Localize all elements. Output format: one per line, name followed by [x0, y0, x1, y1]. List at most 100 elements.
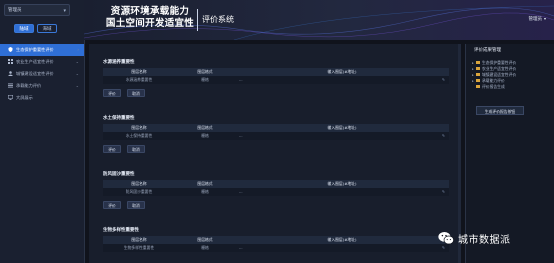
sidebar-item-label: 生态保护重要性评价	[16, 47, 54, 52]
layer-path-value: ...	[239, 77, 243, 82]
tree-item-label: 承载能力评价	[482, 78, 505, 83]
sidebar-item-ecology[interactable]: 生态保护重要性评价 ›	[0, 44, 84, 56]
folder-icon	[476, 61, 480, 64]
layer-path-input[interactable]: ... ✎	[235, 132, 449, 140]
user-menu[interactable]: 管理员 ▾	[528, 16, 546, 22]
title-divider	[197, 9, 198, 31]
column-header-format: 图层格式	[197, 237, 213, 242]
sidebar-nav: 生态保护重要性评价 › 农业生产适宜性评价 ⌄ 城镇建设适宜性评价 ⌄ 承载能力…	[0, 44, 84, 104]
table-row: 防风固沙重要性 栅格 ... ✎	[103, 188, 449, 196]
layer-path-value: ...	[239, 189, 243, 194]
layer-path-input[interactable]: ... ✎	[235, 76, 449, 84]
column-header-input: 输入图层(#地址)	[327, 237, 357, 242]
cancel-button[interactable]: 取消	[127, 145, 145, 153]
layer-name: 生物多样性重要性	[123, 245, 155, 250]
header: 资源环境承载能力 国土空间开发适宜性 评价系统 管理员 ▾	[84, 0, 554, 40]
column-header-format: 图层格式	[197, 69, 213, 74]
main-content: 水源涵养重要性 图层名称 图层格式 输入图层(#地址) 水源涵养重要性 栅格 .…	[89, 44, 461, 263]
sidebar-item-urban[interactable]: 城镇建设适宜性评价 ⌄	[0, 68, 84, 80]
grid-icon	[8, 59, 13, 64]
monitor-icon	[8, 95, 13, 100]
section-biodiversity: 生物多样性重要性 图层名称 图层格式 输入图层(#地址) 生物多样性重要性 栅格…	[103, 226, 449, 252]
section-title: 生物多样性重要性	[103, 228, 139, 233]
tab-land[interactable]: 陆域	[14, 24, 34, 33]
evaluate-button[interactable]: 评价	[103, 145, 121, 153]
layer-path-input[interactable]: ... ✎	[235, 244, 449, 252]
section-title: 水土保持重要性	[103, 116, 135, 121]
user-name: 管理员	[528, 17, 542, 22]
cancel-button[interactable]: 取消	[127, 89, 145, 97]
results-tree: ▸ 生态保护重要性评价 ▸ 农业生产适宜性评价 ▸ 城镇建设适宜性评价 ▸ 承载能力评价…	[472, 60, 516, 90]
evaluate-button[interactable]: 评价	[103, 201, 121, 209]
column-header-name: 图层名称	[131, 181, 147, 186]
table-row: 水源涵养重要性 栅格 ... ✎	[103, 76, 449, 84]
tree-item-label: 生态保护重要性评价	[482, 60, 517, 65]
watermark: 城市数据派	[438, 229, 511, 247]
folder-icon	[476, 85, 480, 88]
table-row: 生物多样性重要性 栅格 ... ✎	[103, 244, 449, 252]
list-icon	[8, 83, 13, 88]
table-header: 图层名称 图层格式 输入图层(#地址)	[103, 236, 449, 244]
column-header-name: 图层名称	[131, 69, 147, 74]
sidebar-item-label: 承载能力评价	[16, 83, 42, 88]
results-panel-title: 评价成果管理	[474, 48, 501, 53]
app-title-line2: 国土空间开发适宜性	[105, 18, 195, 29]
section-water-conservation: 水源涵养重要性 图层名称 图层格式 输入图层(#地址) 水源涵养重要性 栅格 .…	[103, 58, 449, 97]
layer-name: 水源涵养重要性	[125, 77, 153, 82]
app-title: 资源环境承载能力 国土空间开发适宜性	[100, 6, 200, 30]
layer-name: 水土保持重要性	[125, 133, 153, 138]
app-title-line1: 资源环境承载能力	[110, 6, 190, 17]
layer-format: 栅格	[201, 245, 209, 250]
generate-report-button[interactable]: 生成评价报告按钮	[476, 106, 524, 115]
section-title: 水源涵养重要性	[103, 60, 135, 65]
sidebar-item-label: 农业生产适宜性评价	[16, 59, 54, 64]
column-header-input: 输入图层(#地址)	[327, 125, 357, 130]
section-windbreak: 防风固沙重要性 图层名称 图层格式 输入图层(#地址) 防风固沙重要性 栅格 .…	[103, 170, 449, 209]
chevron-down-icon: ⌄	[75, 59, 79, 64]
layer-name: 防风固沙重要性	[125, 189, 153, 194]
sidebar-item-capacity[interactable]: 承载能力评价 ⌄	[0, 80, 84, 92]
sidebar-item-label: 大屏展示	[16, 95, 33, 100]
edit-icon[interactable]: ✎	[442, 188, 445, 196]
sidebar-item-label: 城镇建设适宜性评价	[16, 71, 54, 76]
watermark-text: 城市数据派	[458, 234, 511, 246]
chevron-down-icon: ⌄	[75, 71, 79, 76]
evaluate-button[interactable]: 评价	[103, 89, 121, 97]
folder-icon	[476, 67, 480, 70]
chevron-right-icon: ›	[77, 47, 79, 52]
table-header: 图层名称 图层格式 输入图层(#地址)	[103, 180, 449, 188]
cancel-button[interactable]: 取消	[127, 201, 145, 209]
layer-format: 栅格	[201, 77, 209, 82]
table-header: 图层名称 图层格式 输入图层(#地址)	[103, 124, 449, 132]
edit-icon[interactable]: ✎	[442, 132, 445, 140]
user-icon	[8, 71, 13, 76]
section-actions: 评价 取消	[103, 89, 449, 97]
edit-icon[interactable]: ✎	[442, 76, 445, 84]
role-select[interactable]: 管理员 ▾	[4, 4, 70, 16]
chevron-down-icon: ▾	[63, 8, 66, 14]
section-actions: 评价 取消	[103, 201, 449, 209]
layer-path-input[interactable]: ... ✎	[235, 188, 449, 196]
column-header-name: 图层名称	[131, 125, 147, 130]
shield-icon	[8, 47, 13, 52]
wechat-icon	[438, 232, 454, 245]
layer-format: 栅格	[201, 133, 209, 138]
sidebar-item-dashboard[interactable]: 大屏展示	[0, 92, 84, 104]
chevron-down-icon: ▾	[543, 16, 546, 21]
tree-item-label: 农业生产适宜性评价	[482, 66, 517, 71]
sidebar: 管理员 ▾ 陆域 海域 生态保护重要性评价 › 农业生产适宜性评价 ⌄ 城镇建设…	[0, 0, 85, 263]
tab-sea[interactable]: 海域	[37, 24, 57, 33]
tree-item[interactable]: 评价报告生成	[472, 84, 516, 90]
sidebar-item-agriculture[interactable]: 农业生产适宜性评价 ⌄	[0, 56, 84, 68]
layer-format: 栅格	[201, 189, 209, 194]
layer-path-value: ...	[239, 133, 243, 138]
column-header-format: 图层格式	[197, 125, 213, 130]
folder-icon	[476, 79, 480, 82]
chevron-down-icon: ⌄	[75, 83, 79, 88]
table-row: 水土保持重要性 栅格 ... ✎	[103, 132, 449, 140]
role-select-value: 管理员	[8, 8, 22, 13]
section-title: 防风固沙重要性	[103, 172, 135, 177]
layer-path-value: ...	[239, 245, 243, 250]
column-header-name: 图层名称	[131, 237, 147, 242]
section-soil-conservation: 水土保持重要性 图层名称 图层格式 输入图层(#地址) 水土保持重要性 栅格 .…	[103, 114, 449, 153]
